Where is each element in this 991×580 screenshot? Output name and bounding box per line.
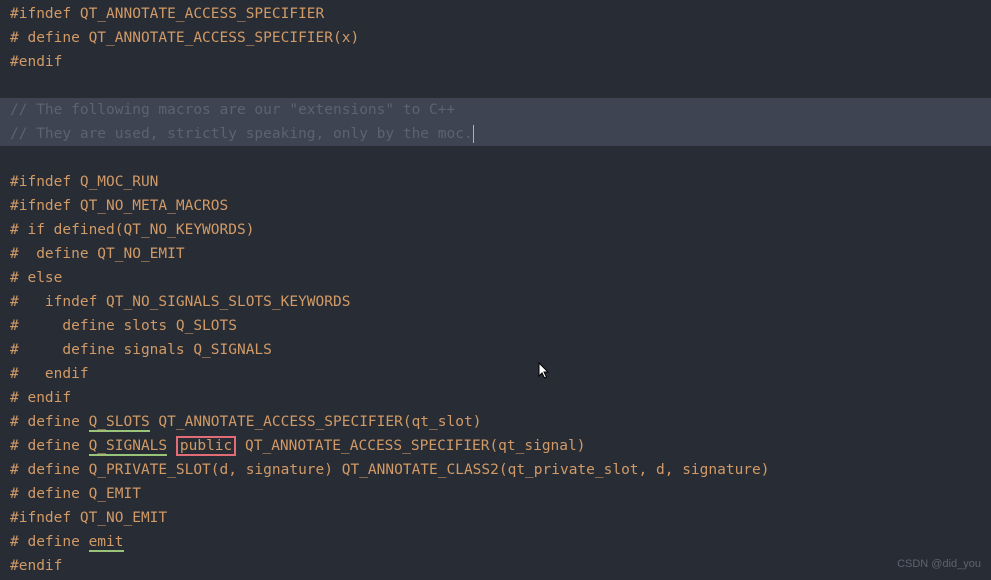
code-text: # if defined(QT_NO_KEYWORDS) (10, 222, 254, 238)
code-text: #ifndef QT_NO_META_MACROS (10, 198, 228, 214)
code-editor[interactable]: #ifndef QT_ANNOTATE_ACCESS_SPECIFIER # d… (0, 2, 991, 578)
code-line[interactable]: #ifndef QT_NO_EMIT (0, 506, 991, 530)
code-text: # else (10, 270, 62, 286)
code-text: # ifndef QT_NO_SIGNALS_SLOTS_KEYWORDS (10, 294, 350, 310)
code-text: #ifndef Q_MOC_RUN (10, 174, 158, 190)
code-text: # define slots Q_SLOTS (10, 318, 237, 334)
code-line[interactable]: # endif (0, 362, 991, 386)
code-text (167, 438, 176, 454)
code-text: # define Q_EMIT (10, 486, 141, 502)
code-text: #ifndef QT_ANNOTATE_ACCESS_SPECIFIER (10, 6, 324, 22)
highlight-public: public (176, 436, 236, 456)
code-line[interactable]: #endif (0, 50, 991, 74)
code-text: # define QT_NO_EMIT (10, 246, 185, 262)
code-line[interactable] (0, 74, 991, 98)
code-line[interactable]: # define Q_EMIT (0, 482, 991, 506)
code-line[interactable]: # if defined(QT_NO_KEYWORDS) (0, 218, 991, 242)
code-text: #ifndef QT_NO_EMIT (10, 510, 167, 526)
code-line[interactable]: #endif (0, 554, 991, 578)
code-line[interactable]: # define Q_PRIVATE_SLOT(d, signature) QT… (0, 458, 991, 482)
comment-text: // They are used, strictly speaking, onl… (10, 126, 473, 142)
code-text: QT_ANNOTATE_ACCESS_SPECIFIER(qt_signal) (236, 438, 585, 454)
code-text: QT_ANNOTATE_ACCESS_SPECIFIER(qt_slot) (150, 414, 482, 430)
code-line[interactable]: # define emit (0, 530, 991, 554)
code-text: # define (10, 414, 89, 430)
code-line[interactable]: # ifndef QT_NO_SIGNALS_SLOTS_KEYWORDS (0, 290, 991, 314)
code-text: #endif (10, 558, 62, 574)
code-text: #endif (10, 54, 62, 70)
code-line[interactable]: # endif (0, 386, 991, 410)
code-line[interactable]: # define Q_SIGNALS public QT_ANNOTATE_AC… (0, 434, 991, 458)
code-line[interactable]: # define signals Q_SIGNALS (0, 338, 991, 362)
highlight-q-slots: Q_SLOTS (89, 414, 150, 432)
code-text: # endif (10, 390, 71, 406)
watermark-text: CSDN @did_you (897, 552, 981, 576)
highlight-emit: emit (89, 534, 124, 552)
code-line[interactable]: // They are used, strictly speaking, onl… (0, 122, 991, 146)
code-line[interactable]: # define Q_SLOTS QT_ANNOTATE_ACCESS_SPEC… (0, 410, 991, 434)
code-line[interactable]: #ifndef QT_NO_META_MACROS (0, 194, 991, 218)
code-text: # define QT_ANNOTATE_ACCESS_SPECIFIER(x) (10, 30, 359, 46)
code-line[interactable]: #ifndef QT_ANNOTATE_ACCESS_SPECIFIER (0, 2, 991, 26)
code-line[interactable]: # define QT_ANNOTATE_ACCESS_SPECIFIER(x) (0, 26, 991, 50)
code-text: # define signals Q_SIGNALS (10, 342, 272, 358)
code-line[interactable]: # define slots Q_SLOTS (0, 314, 991, 338)
code-line[interactable] (0, 146, 991, 170)
code-line[interactable]: # define QT_NO_EMIT (0, 242, 991, 266)
code-line[interactable]: # else (0, 266, 991, 290)
code-text: # define Q_PRIVATE_SLOT(d, signature) QT… (10, 462, 770, 478)
code-line[interactable]: #ifndef Q_MOC_RUN (0, 170, 991, 194)
code-text: # define (10, 438, 89, 454)
code-text: # define (10, 534, 89, 550)
text-cursor (473, 125, 474, 143)
code-text: # endif (10, 366, 89, 382)
comment-text: // The following macros are our "extensi… (10, 102, 455, 118)
code-line[interactable]: // The following macros are our "extensi… (0, 98, 991, 122)
highlight-q-signals: Q_SIGNALS (89, 438, 168, 456)
